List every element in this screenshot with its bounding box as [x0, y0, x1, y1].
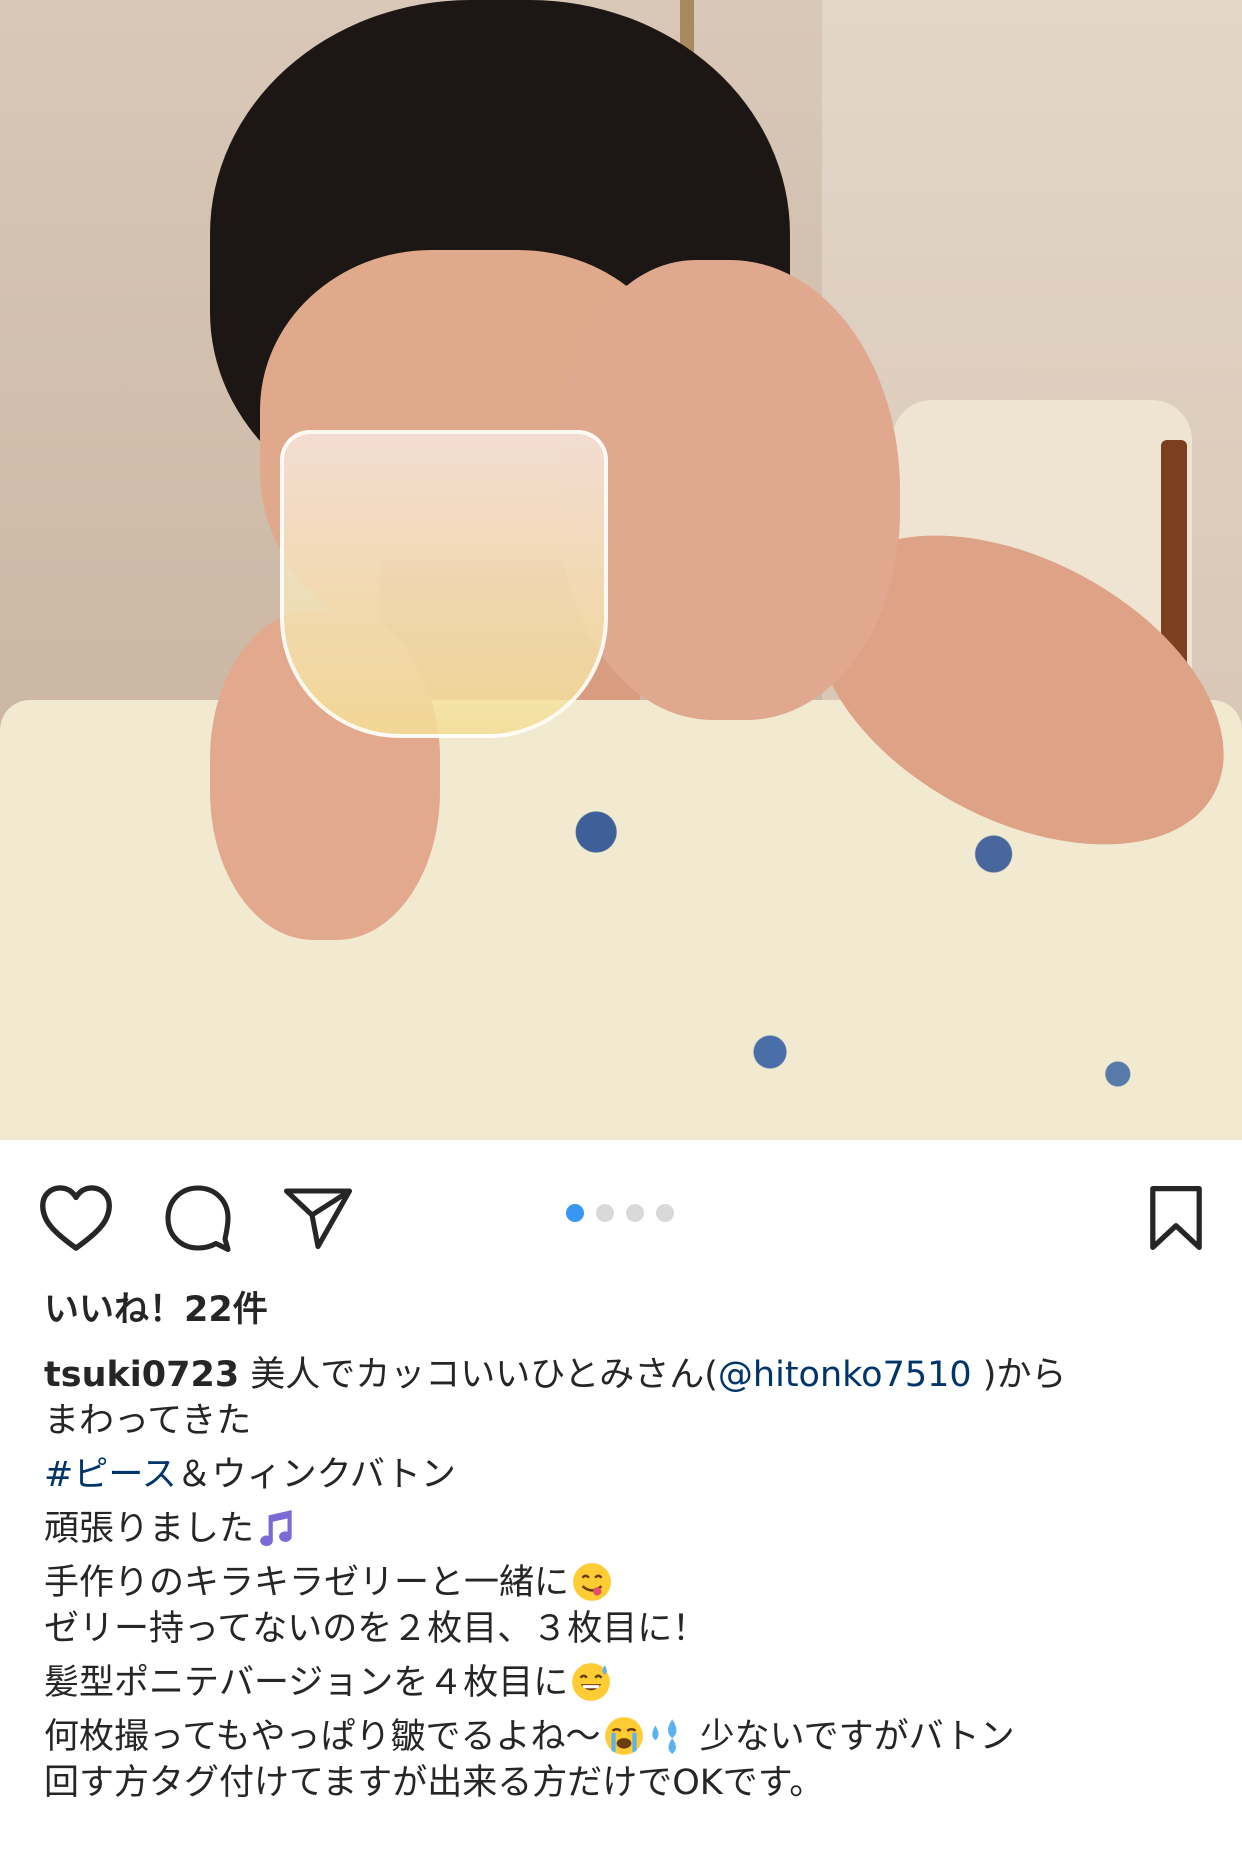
caption-text: ゼリー持ってないのを２枚目、３枚目に！ — [44, 1609, 708, 1649]
caption-text: 手作りのキラキラゼリーと一緒に — [44, 1563, 570, 1603]
yummy-face-emoji — [573, 1563, 611, 1601]
caption-text: 回す方タグ付けてますが出来る方だけでOKです。 — [44, 1763, 825, 1803]
speech-bubble-icon — [165, 1185, 231, 1253]
caption-mention-link[interactable]: @hitonko7510 — [718, 1355, 972, 1395]
caption-text: 髪型ポニテバージョンを４枚目に — [44, 1663, 569, 1703]
post-photo[interactable] — [0, 0, 1242, 1140]
sweat-smile-emoji — [572, 1663, 611, 1701]
caption-text: 何枚撮ってもやっぱり皺でるよね〜 — [44, 1717, 601, 1757]
caption-paragraph-3: 頑張りました — [44, 1506, 1204, 1552]
sweat-droplets-emoji — [651, 1719, 676, 1754]
save-button[interactable] — [1136, 1178, 1216, 1258]
caption-username[interactable]: tsuki0723 — [44, 1355, 239, 1395]
like-button[interactable] — [36, 1178, 116, 1258]
caption-text: ＆ウィンクバトン — [176, 1455, 456, 1495]
caption-paragraph-5: 髪型ポニテバージョンを４枚目に — [44, 1660, 1204, 1706]
bookmark-outline-icon — [1150, 1186, 1202, 1250]
post-caption: tsuki0723 美人でカッコいいひとみさん(@hitonko7510 )から… — [44, 1352, 1204, 1824]
carousel-dot-3 — [626, 1204, 644, 1222]
carousel-dot-2 — [596, 1204, 614, 1222]
action-bar — [0, 1140, 1242, 1290]
caption-text: 頑張りました — [44, 1509, 255, 1549]
carousel-dot-1 — [566, 1204, 584, 1222]
caption-text: )から — [971, 1355, 1067, 1395]
carousel-dot-4 — [656, 1204, 674, 1222]
photo-peace-sign-hand — [560, 260, 900, 720]
loudly-crying-emoji — [604, 1717, 643, 1755]
heart-outline-icon — [40, 1185, 112, 1251]
caption-text: 美人でカッコいいひとみさん( — [239, 1355, 718, 1395]
share-button[interactable] — [278, 1178, 358, 1258]
comment-button[interactable] — [158, 1178, 238, 1258]
caption-paragraph-1: tsuki0723 美人でカッコいいひとみさん(@hitonko7510 )から… — [44, 1352, 1204, 1444]
carousel-indicator — [566, 1204, 674, 1224]
caption-hashtag-link[interactable]: #ピース — [44, 1455, 177, 1495]
caption-text: 少ないですがバトン — [688, 1717, 1015, 1757]
caption-paragraph-2: #ピース＆ウィンクバトン — [44, 1452, 1204, 1498]
likes-count[interactable]: いいね！22件 — [44, 1288, 268, 1332]
caption-paragraph-6: 何枚撮ってもやっぱり皺でるよね〜 少ないですがバトン回す方タグ付けてますが出来る… — [44, 1714, 1204, 1806]
caption-paragraph-4: 手作りのキラキラゼリーと一緒に ゼリー持ってないのを２枚目、３枚目に！ — [44, 1560, 1204, 1652]
paper-plane-icon — [283, 1188, 353, 1250]
caption-text: まわってきた — [44, 1401, 252, 1441]
music-note-emoji — [260, 1510, 292, 1547]
photo-jelly-glass — [280, 430, 608, 738]
